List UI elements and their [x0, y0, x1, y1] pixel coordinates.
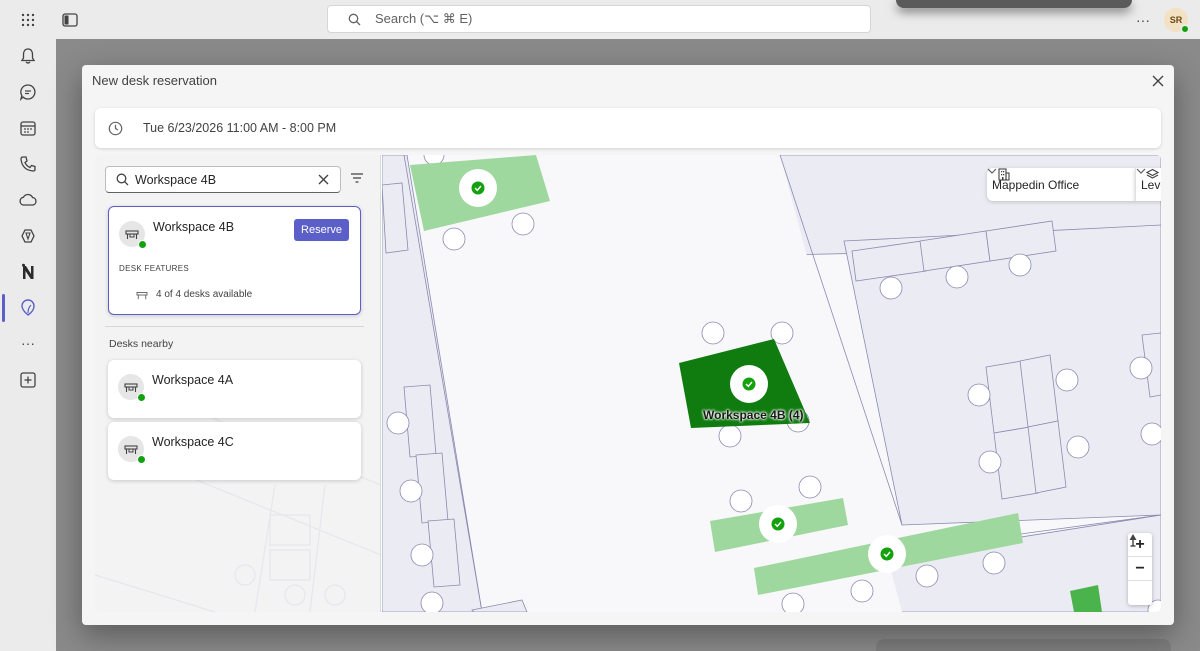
calendar-icon[interactable]	[18, 118, 38, 138]
workspace-name: Workspace 4A	[152, 373, 234, 387]
available-check-icon	[137, 455, 146, 464]
add-apps-icon[interactable]	[18, 370, 38, 390]
global-search-placeholder: Search (⌥ ⌘ E)	[375, 11, 473, 26]
building-selector[interactable]: Mappedin Office	[987, 168, 1135, 201]
chat-icon[interactable]	[18, 82, 38, 102]
desk-features-heading: DESK FEATURES	[119, 264, 189, 273]
more-apps-icon[interactable]: ···	[18, 333, 38, 353]
avatar-initials: SR	[1169, 15, 1183, 25]
desk-marker-4c[interactable]	[759, 505, 797, 543]
background-card	[876, 639, 1171, 651]
global-search-input[interactable]: Search (⌥ ⌘ E)	[327, 5, 871, 33]
divider	[105, 326, 364, 327]
layers-icon	[1146, 168, 1159, 179]
popup-edge	[896, 0, 1132, 8]
places-icon[interactable]	[18, 298, 38, 318]
calls-icon[interactable]	[18, 154, 38, 174]
availability-text: 4 of 4 desks available	[156, 289, 253, 300]
app-rail: ···	[0, 39, 56, 651]
desk-marker-4b[interactable]	[730, 365, 768, 403]
desk-availability: 4 of 4 desks available	[136, 289, 252, 300]
workspace-name: Workspace 4B	[153, 220, 235, 234]
desk-icon	[136, 291, 148, 299]
building-icon	[998, 168, 1010, 181]
compass-icon	[1129, 534, 1137, 547]
desk-search-value: Workspace 4B	[135, 172, 217, 187]
presence-available-icon	[1180, 24, 1190, 34]
search-icon	[116, 173, 129, 186]
dialog-title: New desk reservation	[92, 73, 217, 88]
reservation-time-field[interactable]: Tue 6/23/2026 11:00 AM - 8:00 PM	[95, 108, 1161, 148]
top-bar: Search (⌥ ⌘ E) ··· SR	[0, 0, 1200, 39]
rail-active-indicator	[2, 294, 5, 322]
desk-marker-row[interactable]	[868, 535, 906, 573]
reset-north-button[interactable]	[1128, 534, 1152, 605]
desk-icon	[118, 374, 146, 402]
zoom-controls: + −	[1128, 533, 1152, 605]
search-icon	[348, 13, 361, 25]
reservation-time-text: Tue 6/23/2026 11:00 AM - 8:00 PM	[143, 121, 337, 135]
workspace-name: Workspace 4C	[152, 435, 234, 449]
filter-icon[interactable]	[349, 170, 365, 186]
desk-icon	[118, 436, 146, 464]
sidebar-toggle-icon[interactable]	[60, 10, 80, 30]
copilot-icon[interactable]	[18, 226, 38, 246]
desk-marker-top[interactable]	[459, 169, 497, 207]
level-selector[interactable]: Level 2	[1135, 168, 1161, 201]
activity-bell-icon[interactable]	[18, 46, 38, 66]
floor-plan	[382, 155, 1161, 612]
onedrive-cloud-icon[interactable]	[18, 190, 38, 210]
desk-list-panel: Workspace 4B Workspace 4B Reserve DESK F…	[95, 155, 381, 612]
nearby-workspace-card[interactable]: Workspace 4C	[108, 422, 361, 480]
floor-map[interactable]: Workspace 4B (4) Mappedin Office Level 2…	[382, 155, 1161, 612]
app-launcher-icon[interactable]	[18, 10, 38, 30]
avatar[interactable]: SR	[1164, 8, 1190, 34]
selected-desk-map-label: Workspace 4B (4)	[703, 408, 804, 422]
more-options-icon[interactable]: ···	[1133, 10, 1153, 30]
clear-search-icon[interactable]	[317, 173, 330, 186]
desk-icon	[119, 221, 147, 249]
reserve-button[interactable]: Reserve	[294, 219, 349, 241]
nearby-workspace-card[interactable]: Workspace 4A	[108, 360, 361, 418]
new-desk-reservation-dialog: New desk reservation Tue 6/23/2026 11:00…	[82, 65, 1174, 625]
selected-workspace-card[interactable]: Workspace 4B Reserve DESK FEATURES 4 of …	[108, 206, 361, 315]
zoom-out-button[interactable]: −	[1128, 557, 1152, 581]
app-n-icon[interactable]	[18, 262, 38, 282]
clock-icon	[108, 121, 123, 135]
reservation-content: Workspace 4B Workspace 4B Reserve DESK F…	[95, 155, 1161, 612]
chevron-down-icon	[1136, 168, 1146, 174]
desk-search-input[interactable]: Workspace 4B	[105, 166, 341, 193]
chevron-down-icon	[987, 168, 997, 174]
available-check-icon	[137, 393, 146, 402]
desks-nearby-heading: Desks nearby	[109, 338, 174, 350]
close-icon[interactable]	[1150, 73, 1166, 89]
available-check-icon	[138, 240, 147, 249]
